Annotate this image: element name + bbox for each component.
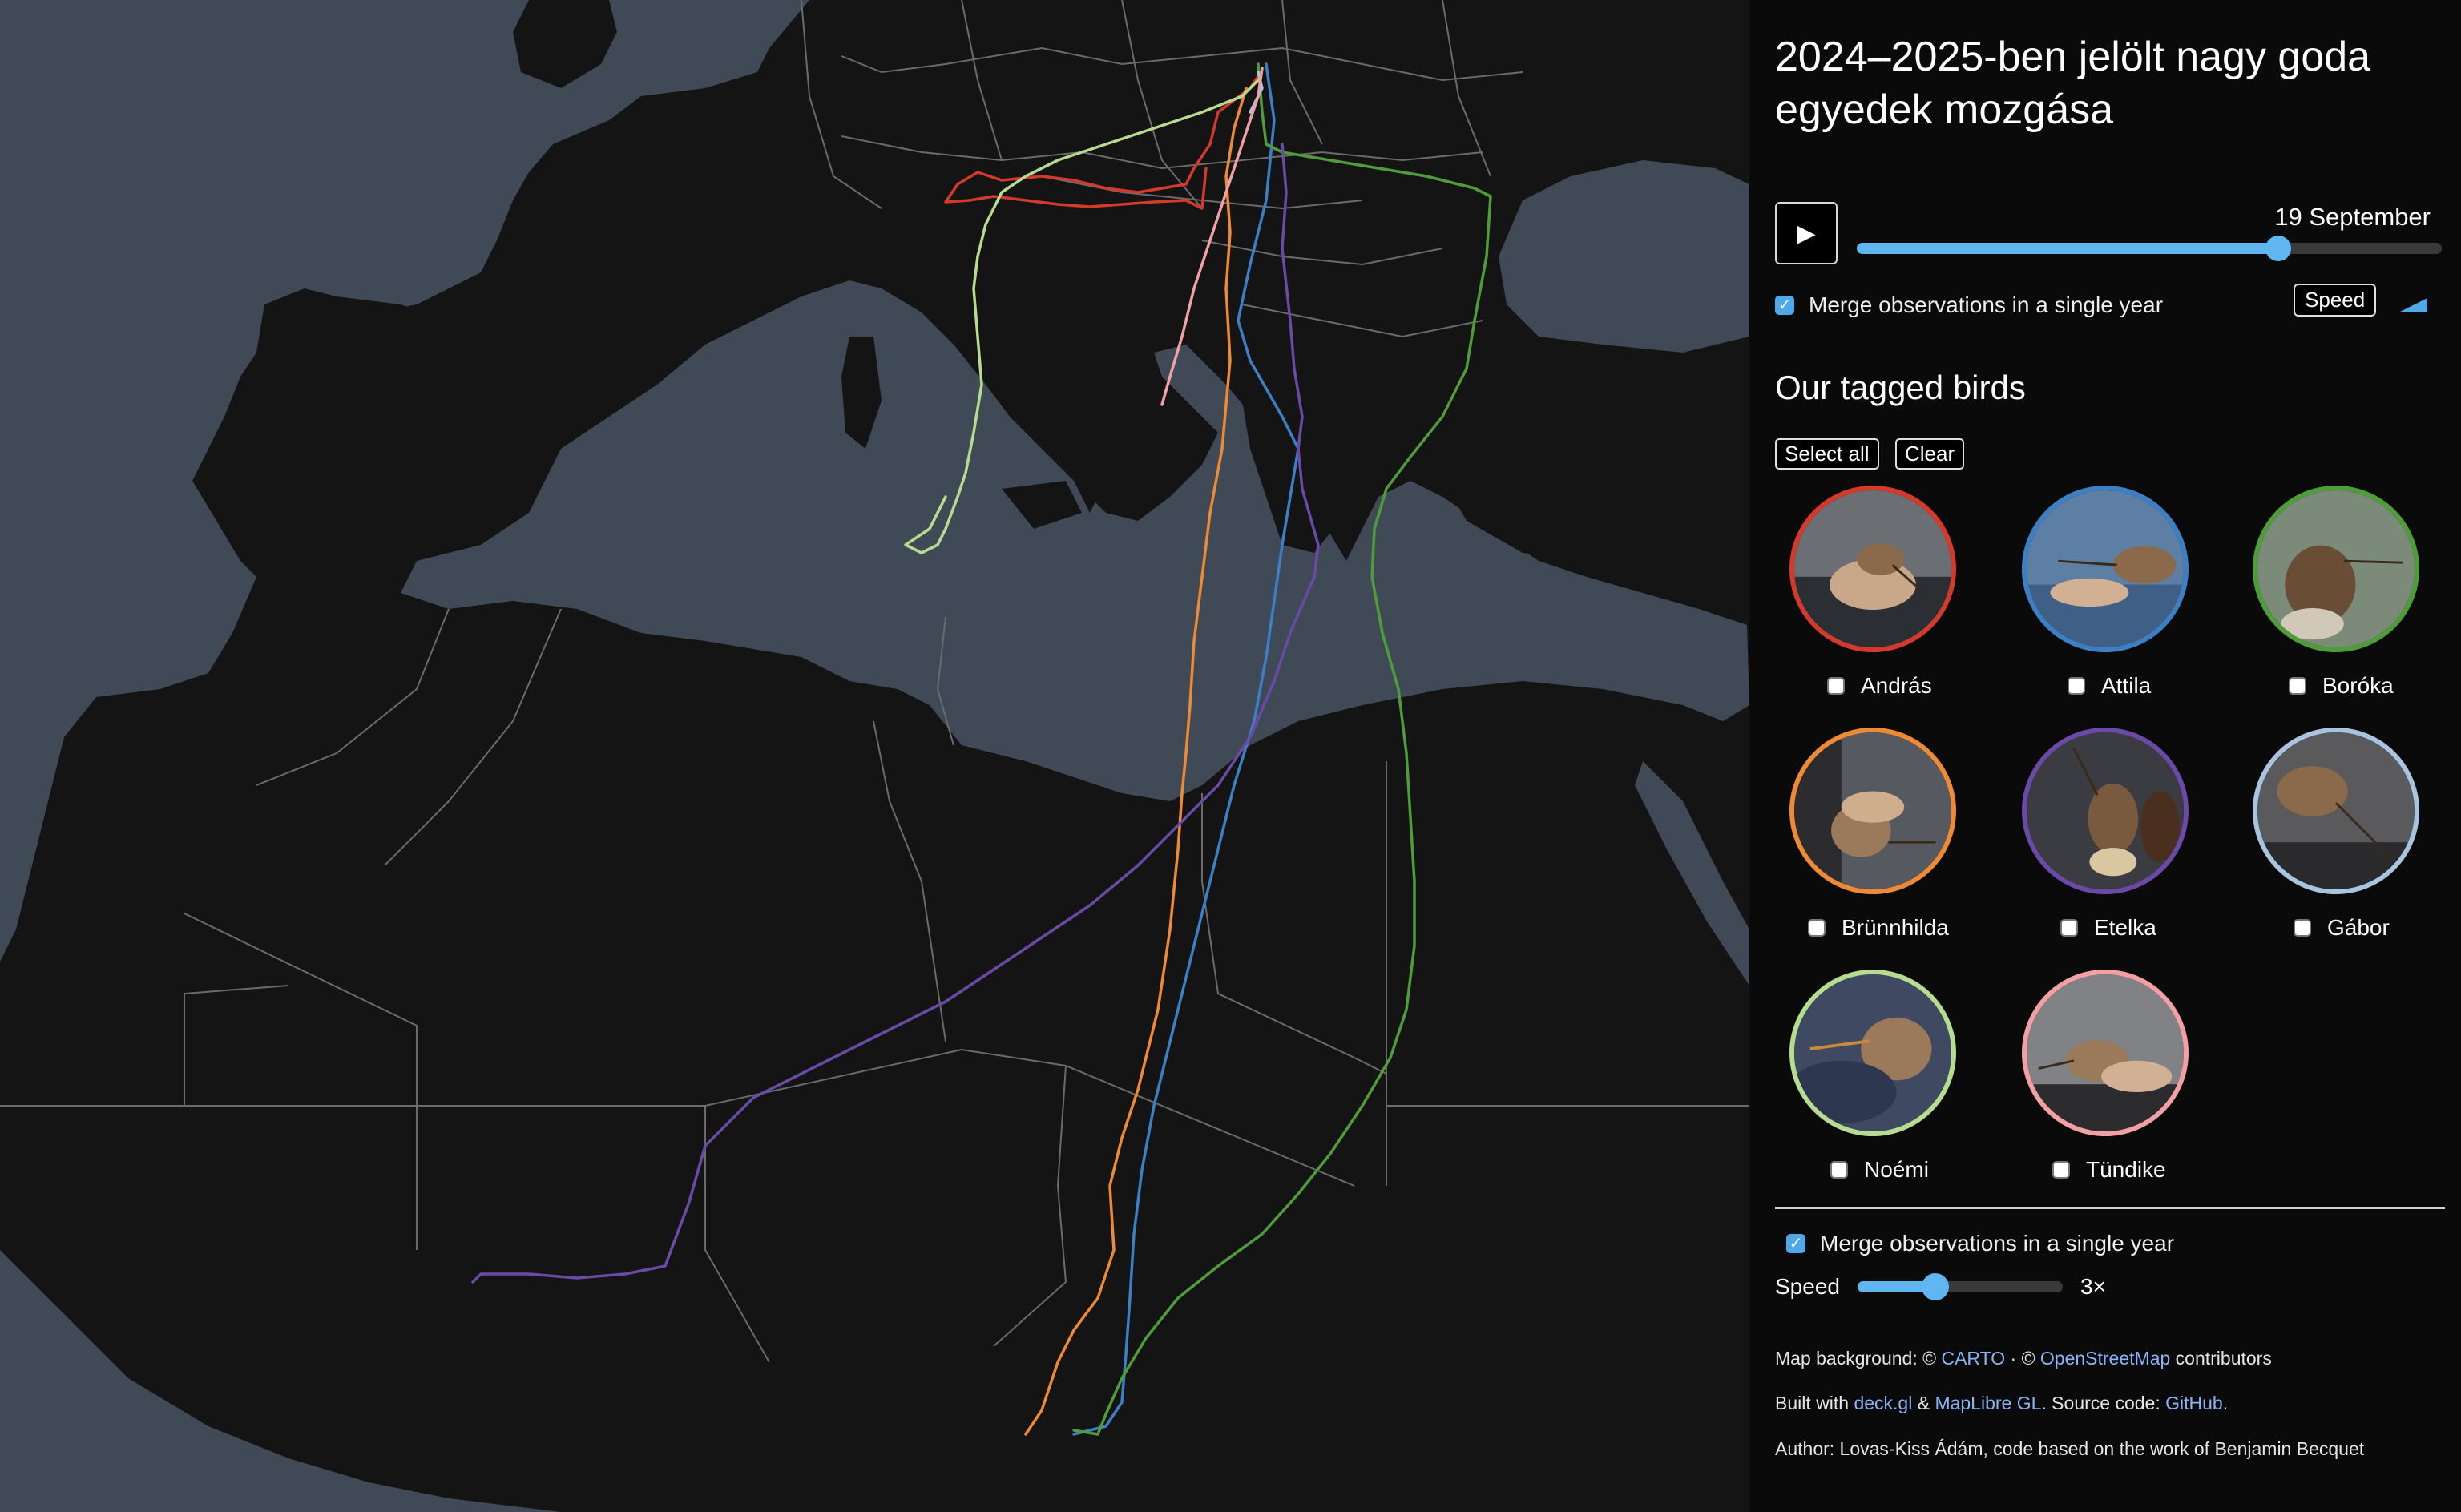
- side-panel: 2024–2025-ben jelölt nagy goda egyedek m…: [1749, 0, 2461, 1512]
- bird-toggle-brunnhilda[interactable]: Brünnhilda: [1808, 915, 1949, 941]
- play-button[interactable]: ▶: [1775, 202, 1838, 264]
- github-link[interactable]: GitHub: [2165, 1393, 2223, 1413]
- divider: [1775, 1207, 2445, 1209]
- bird-toggle-andras[interactable]: András: [1827, 673, 1932, 699]
- current-date: 19 September: [2274, 203, 2431, 231]
- bird-toggle-etelka[interactable]: Etelka: [2060, 915, 2156, 941]
- birds-heading: Our tagged birds: [1775, 369, 2026, 406]
- built-with-text: Built with: [1775, 1393, 1854, 1413]
- built-with-text: &: [1912, 1393, 1935, 1413]
- bird-photo-etelka[interactable]: [2022, 728, 2189, 894]
- timeline-handle[interactable]: [2265, 236, 2291, 261]
- bird-toggle-noemi[interactable]: Noémi: [1830, 1157, 1929, 1183]
- bird-photo-attila[interactable]: [2022, 486, 2189, 652]
- carto-link[interactable]: CARTO: [1941, 1348, 2005, 1369]
- bird-checkbox-gabor[interactable]: [2294, 919, 2311, 937]
- speed-control: Speed 3×: [1775, 1273, 2106, 1300]
- bird-name: András: [1861, 673, 1932, 698]
- built-with-text: .: [2222, 1393, 2229, 1413]
- merge-year-label-top: Merge observations in a single year: [1809, 292, 2164, 317]
- bird-name: Tündike: [2086, 1157, 2166, 1182]
- merge-year-toggle-top[interactable]: Merge observations in a single year: [1775, 292, 2163, 318]
- bird-checkbox-boroka[interactable]: [2289, 677, 2306, 695]
- bird-name: Noémi: [1864, 1157, 1929, 1182]
- attribution-text: Map background: ©: [1775, 1348, 1942, 1369]
- bird-checkbox-noemi[interactable]: [1830, 1161, 1848, 1179]
- merge-year-checkbox-top[interactable]: [1775, 296, 1794, 315]
- merge-year-label: Merge observations in a single year: [1820, 1231, 2175, 1256]
- bird-checkbox-andras[interactable]: [1827, 677, 1845, 695]
- speed-toggle-button[interactable]: Speed: [2294, 284, 2377, 317]
- built-with: Built with deck.gl & MapLibre GL. Source…: [1775, 1393, 2228, 1414]
- bird-checkbox-etelka[interactable]: [2060, 919, 2078, 937]
- attribution-text: contributors: [2170, 1348, 2272, 1369]
- bird-photo-tundike[interactable]: [2022, 970, 2189, 1136]
- map-attribution: Map background: © CARTO · © OpenStreetMa…: [1775, 1348, 2272, 1369]
- select-all-button[interactable]: Select all: [1775, 438, 1879, 470]
- speed-slider[interactable]: [1857, 1273, 2063, 1300]
- timeline-fill: [1857, 243, 2278, 254]
- bird-photo-gabor[interactable]: [2253, 728, 2419, 894]
- bird-toggle-boroka[interactable]: Boróka: [2289, 673, 2394, 699]
- bird-name: Brünnhilda: [1842, 915, 1949, 940]
- speed-label: Speed: [1775, 1274, 1840, 1299]
- built-with-text: . Source code:: [2041, 1393, 2166, 1413]
- speed-value: 3×: [2080, 1274, 2106, 1299]
- author-credit: Author: Lovas-Kiss Ádám, code based on t…: [1775, 1438, 2365, 1459]
- merge-year-toggle[interactable]: Merge observations in a single year: [1786, 1231, 2174, 1256]
- maplibre-link[interactable]: MapLibre GL: [1935, 1393, 2041, 1413]
- bird-name: Attila: [2101, 673, 2152, 698]
- bird-toggle-gabor[interactable]: Gábor: [2294, 915, 2390, 941]
- page-title: 2024–2025-ben jelölt nagy goda egyedek m…: [1775, 34, 2371, 133]
- bird-photo-boroka[interactable]: [2253, 486, 2419, 652]
- timeline-slider[interactable]: [1857, 236, 2442, 261]
- bird-photo-brunnhilda[interactable]: [1789, 728, 1956, 894]
- bird-name: Boróka: [2322, 673, 2394, 698]
- play-icon: ▶: [1797, 220, 1816, 247]
- bird-name: Gábor: [2327, 915, 2390, 940]
- speed-handle[interactable]: [1922, 1273, 1950, 1300]
- osm-link[interactable]: OpenStreetMap: [2040, 1348, 2170, 1369]
- clear-button[interactable]: Clear: [1895, 438, 1965, 470]
- bird-checkbox-attila[interactable]: [2068, 677, 2085, 695]
- deckgl-link[interactable]: deck.gl: [1854, 1393, 1912, 1413]
- merge-year-checkbox[interactable]: [1786, 1234, 1805, 1253]
- bird-checkbox-tundike[interactable]: [2052, 1161, 2070, 1179]
- speed-indicator-icon: [2398, 298, 2427, 312]
- bird-toggle-tundike[interactable]: Tündike: [2052, 1157, 2166, 1183]
- bird-toggle-attila[interactable]: Attila: [2068, 673, 2151, 699]
- bird-name: Etelka: [2094, 915, 2156, 940]
- bird-photo-andras[interactable]: [1789, 486, 1956, 652]
- bird-checkbox-brunnhilda[interactable]: [1808, 919, 1826, 937]
- bird-photo-noemi[interactable]: [1789, 970, 1956, 1136]
- attribution-text: · ©: [2005, 1348, 2040, 1369]
